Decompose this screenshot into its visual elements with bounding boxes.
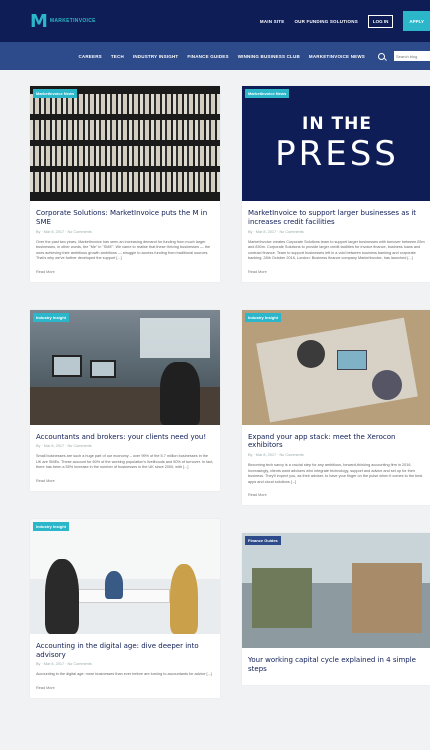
- funding-solutions-link[interactable]: OUR FUNDING SOLUTIONS: [294, 19, 357, 24]
- person: [297, 339, 325, 368]
- post-excerpt: Small businesses are such a huge part of…: [36, 454, 214, 470]
- post-title[interactable]: Expand your app stack: meet the Xerocon …: [248, 433, 426, 451]
- person: [105, 570, 123, 599]
- post-title[interactable]: Corporate Solutions: MarketInvoice puts …: [36, 209, 214, 227]
- post-card[interactable]: Industry Insight Accounting in the digit…: [30, 518, 220, 698]
- post-meta: By · Mar 8, 2017 · No Comments: [36, 229, 92, 234]
- window: [140, 317, 210, 358]
- post-meta: By · Mar 8, 2017 · No Comments: [248, 453, 304, 457]
- category-badge[interactable]: Industry Insight: [245, 312, 281, 322]
- post-image-office[interactable]: Industry Insight: [30, 309, 220, 425]
- nav-winning-business-club[interactable]: WINNING BUSINESS CLUB: [238, 54, 300, 59]
- main-site-link[interactable]: MAIN SITE: [260, 19, 285, 24]
- nav-industry-insight[interactable]: INDUSTRY INSIGHT: [133, 54, 178, 59]
- category-badge[interactable]: Industry Insight: [33, 312, 69, 322]
- nav-careers[interactable]: CAREERS: [78, 54, 101, 59]
- read-more-link[interactable]: Read More: [36, 479, 214, 483]
- press-image-line2: PRESS: [275, 133, 399, 174]
- press-image-line1: IN THE: [302, 113, 372, 134]
- login-button[interactable]: LOG IN: [367, 14, 394, 28]
- category-badge[interactable]: MarketInvoice News: [33, 89, 78, 98]
- apply-button[interactable]: APPLY: [403, 11, 430, 31]
- post-image-aerial[interactable]: Industry Insight: [242, 309, 430, 425]
- post-column-left: MarketInvoice News Corporate Solutions: …: [30, 86, 220, 726]
- post-title[interactable]: Accounting in the digital age: dive deep…: [36, 642, 214, 660]
- post-image-press[interactable]: IN THE PRESS MarketInvoice News: [242, 86, 430, 201]
- post-title[interactable]: Your working capital cycle explained in …: [248, 656, 426, 674]
- top-links: MAIN SITE OUR FUNDING SOLUTIONS LOG IN A…: [260, 11, 430, 31]
- top-header: M MARKETINVOICE MAIN SITE OUR FUNDING SO…: [0, 0, 430, 42]
- post-excerpt: MarketInvoice creates Corporate Solution…: [248, 239, 425, 261]
- monitor: [52, 354, 82, 377]
- post-column-right: IN THE PRESS MarketInvoice News MarketIn…: [242, 86, 430, 713]
- post-card[interactable]: IN THE PRESS MarketInvoice News MarketIn…: [242, 86, 430, 282]
- shelf-row: [30, 120, 220, 140]
- post-meta: By · Mar 8, 2017 · No Comments: [36, 662, 92, 667]
- search-input[interactable]: [394, 51, 430, 61]
- category-badge[interactable]: Finance Guides: [245, 536, 281, 545]
- post-card[interactable]: Industry Insight Accountants and brokers…: [30, 309, 220, 491]
- read-more-link[interactable]: Read More: [36, 686, 214, 690]
- category-badge[interactable]: Industry Insight: [33, 521, 69, 531]
- building: [252, 568, 312, 628]
- post-meta: By · Mar 8, 2017 · No Comments: [36, 444, 92, 449]
- monitor: [90, 359, 116, 378]
- post-card[interactable]: Finance Guides Your working capital cycl…: [242, 533, 430, 685]
- logo-mark: M: [30, 10, 48, 32]
- person: [170, 563, 198, 634]
- laptop: [337, 349, 367, 370]
- post-title[interactable]: Accountants and brokers: your clients ne…: [36, 433, 214, 442]
- shelf-row: [30, 172, 220, 192]
- logo-text: MARKETINVOICE: [49, 18, 96, 24]
- read-more-link[interactable]: Read More: [248, 493, 426, 497]
- person: [160, 361, 200, 425]
- post-card[interactable]: MarketInvoice News Corporate Solutions: …: [30, 86, 220, 282]
- nav-finance-guides[interactable]: FINANCE GUIDES: [187, 54, 228, 59]
- read-more-link[interactable]: Read More: [36, 270, 214, 274]
- person: [372, 369, 402, 400]
- post-image-street[interactable]: Finance Guides: [242, 533, 430, 648]
- person: [45, 558, 79, 634]
- read-more-link[interactable]: Read More: [248, 270, 426, 274]
- nav-marketinvoice-news[interactable]: MARKETINVOICE NEWS: [309, 54, 365, 59]
- post-excerpt: Becoming tech savvy is a crucial step fo…: [248, 463, 423, 484]
- post-title[interactable]: MarketInvoice to support larger business…: [248, 209, 426, 227]
- post-excerpt: Accounting in the digital age: more busi…: [36, 672, 212, 677]
- post-excerpt: Over the past two years, MarketInvoice h…: [36, 239, 211, 261]
- table: [256, 317, 418, 422]
- building: [352, 563, 422, 633]
- shelf-row: [30, 146, 220, 166]
- post-image-meeting[interactable]: Industry Insight: [30, 518, 220, 634]
- post-meta: By · Mar 8, 2017 · No Comments: [248, 229, 304, 234]
- search-icon[interactable]: [378, 52, 385, 60]
- post-card[interactable]: Industry Insight Expand your app stack: …: [242, 309, 430, 505]
- category-badge[interactable]: MarketInvoice News: [245, 89, 290, 98]
- nav-tech[interactable]: TECH: [111, 54, 124, 59]
- post-image-shelves[interactable]: MarketInvoice News: [30, 86, 220, 201]
- site-logo[interactable]: M MARKETINVOICE: [30, 11, 96, 32]
- category-nav: CAREERS TECH INDUSTRY INSIGHT FINANCE GU…: [0, 42, 430, 70]
